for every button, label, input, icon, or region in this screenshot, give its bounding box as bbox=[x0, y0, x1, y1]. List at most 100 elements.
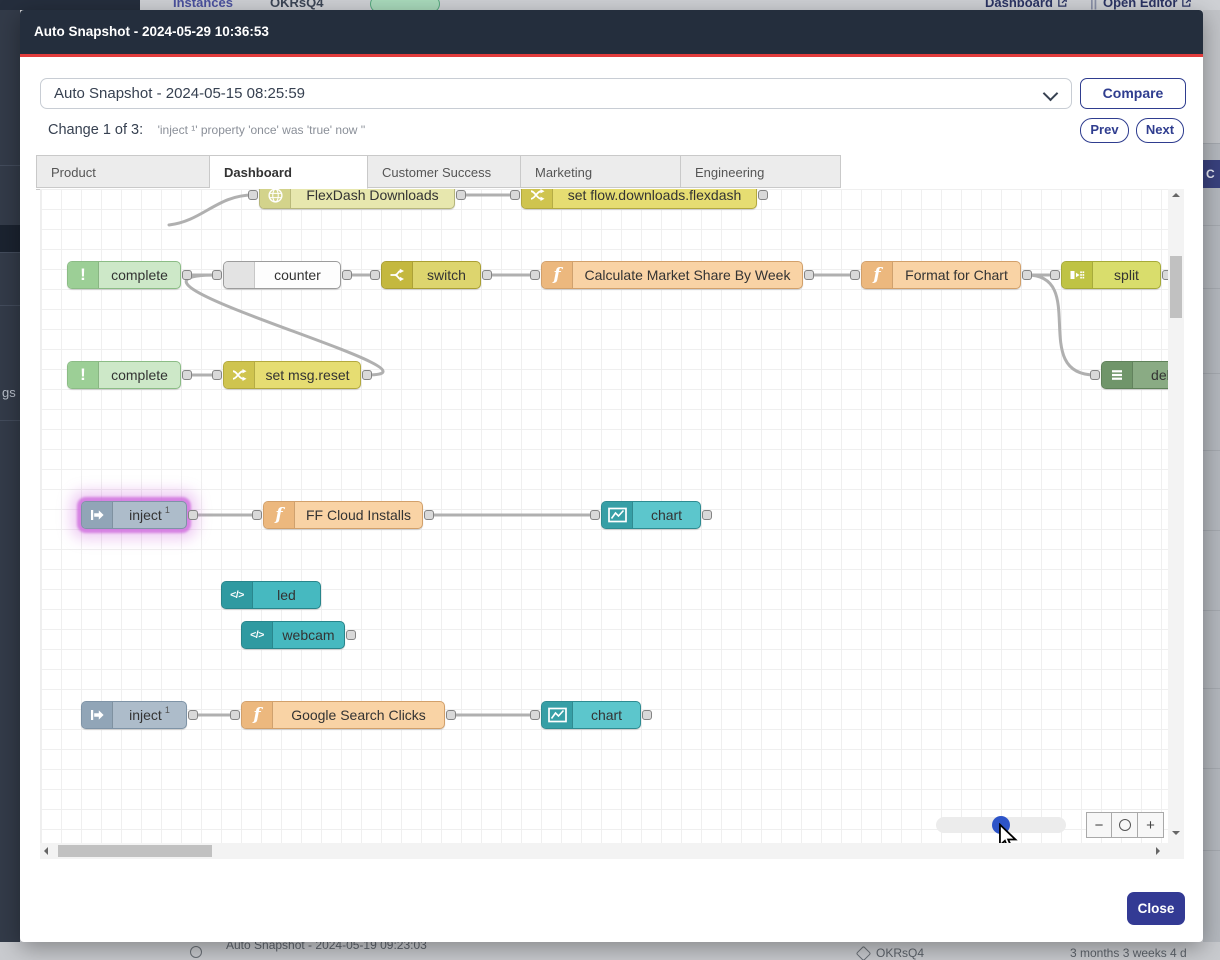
snapshot-select[interactable]: Auto Snapshot - 2024-05-15 08:25:59 bbox=[40, 78, 1072, 109]
flow-node-google-search-clicks[interactable]: fGoogle Search Clicks bbox=[241, 701, 445, 729]
wire[interactable] bbox=[186, 275, 383, 375]
in-port[interactable] bbox=[370, 270, 380, 280]
in-port[interactable] bbox=[212, 370, 222, 380]
scroll-down-arrow-icon[interactable] bbox=[1172, 831, 1180, 835]
out-port[interactable] bbox=[1022, 270, 1032, 280]
canvas-vertical-scrollbar[interactable] bbox=[1168, 189, 1184, 843]
next-button[interactable]: Next bbox=[1136, 118, 1184, 143]
out-port[interactable] bbox=[642, 710, 652, 720]
flow-node-label: inject1 bbox=[113, 702, 186, 728]
horizontal-scroll-thumb[interactable] bbox=[58, 845, 212, 857]
out-port[interactable] bbox=[456, 190, 466, 200]
flow-node-complete-1[interactable]: !complete bbox=[67, 261, 181, 289]
zoom-out-button[interactable]: − bbox=[1086, 812, 1112, 838]
zoom-reset-button[interactable] bbox=[1112, 812, 1138, 838]
flow-node-inject-1[interactable]: inject1 bbox=[81, 501, 187, 529]
tab-engineering[interactable]: Engineering bbox=[681, 155, 841, 188]
vertical-scroll-thumb[interactable] bbox=[1170, 256, 1182, 318]
flow-node-led[interactable]: </>led bbox=[221, 581, 321, 609]
wire[interactable] bbox=[169, 195, 253, 225]
out-port[interactable] bbox=[188, 510, 198, 520]
flow-node-format-for-chart[interactable]: fFormat for Chart bbox=[861, 261, 1021, 289]
out-port[interactable] bbox=[362, 370, 372, 380]
flow-node-label: set flow.downloads.flexdash bbox=[553, 189, 756, 208]
out-port[interactable] bbox=[342, 270, 352, 280]
sidebar-item-label-fragment[interactable]: gs bbox=[2, 385, 16, 400]
in-port[interactable] bbox=[530, 710, 540, 720]
flow-canvas[interactable]: − + FlexDash Downloads set flow.downloads… bbox=[40, 189, 1168, 843]
instance-icon bbox=[856, 946, 872, 960]
flow-node-set-msg-reset[interactable]: set msg.reset bbox=[223, 361, 361, 389]
flow-node-inject-2[interactable]: inject1 bbox=[81, 701, 187, 729]
tab-product[interactable]: Product bbox=[36, 155, 210, 188]
sidebar-active-item[interactable] bbox=[0, 225, 20, 252]
dialog-header: Auto Snapshot - 2024-05-29 10:36:53 bbox=[20, 10, 1203, 57]
scroll-up-arrow-icon[interactable] bbox=[1172, 193, 1180, 197]
flow-node-chart-1[interactable]: chart bbox=[601, 501, 701, 529]
flow-node-ff-cloud-installs[interactable]: fFF Cloud Installs bbox=[263, 501, 423, 529]
zoom-slider[interactable] bbox=[936, 817, 1066, 833]
external-link-icon bbox=[1057, 0, 1068, 10]
open-editor-link[interactable]: Open Editor bbox=[1103, 0, 1192, 10]
tab-dashboard[interactable]: Dashboard bbox=[210, 155, 368, 189]
background-snapshot-name: Auto Snapshot - 2024-05-19 09:23:03 bbox=[226, 942, 427, 952]
exclamation-icon: ! bbox=[68, 262, 99, 288]
out-port[interactable] bbox=[182, 270, 192, 280]
scroll-right-arrow-icon[interactable] bbox=[1156, 847, 1160, 855]
wire[interactable] bbox=[1027, 275, 1095, 375]
flow-node-switch[interactable]: switch bbox=[381, 261, 481, 289]
out-port[interactable] bbox=[346, 630, 356, 640]
template-icon: </> bbox=[242, 622, 273, 648]
flow-node-set-flow-downloads-flexdash[interactable]: set flow.downloads.flexdash bbox=[521, 189, 757, 209]
nav-instances-link[interactable]: Instances bbox=[173, 0, 233, 10]
flow-node-flexdash-downloads[interactable]: FlexDash Downloads bbox=[259, 189, 455, 209]
flow-node-webcam[interactable]: </>webcam bbox=[241, 621, 345, 649]
background-footer-row: Auto Snapshot - 2024-05-19 09:23:03 OKRs… bbox=[0, 942, 1220, 960]
flow-node-label: chart bbox=[573, 702, 640, 728]
close-button[interactable]: Close bbox=[1127, 892, 1185, 925]
flow-node-split[interactable]: split bbox=[1061, 261, 1161, 289]
in-port[interactable] bbox=[248, 190, 258, 200]
in-port[interactable] bbox=[1050, 270, 1060, 280]
tab-customer-success[interactable]: Customer Success bbox=[368, 155, 521, 188]
zoom-in-button[interactable]: + bbox=[1138, 812, 1164, 838]
compare-button[interactable]: Compare bbox=[1080, 78, 1186, 109]
flow-node-label: webcam bbox=[273, 622, 344, 648]
out-port[interactable] bbox=[702, 510, 712, 520]
in-port[interactable] bbox=[850, 270, 860, 280]
out-port[interactable] bbox=[446, 710, 456, 720]
flow-node-label: debug bbox=[1133, 362, 1168, 388]
out-port[interactable] bbox=[182, 370, 192, 380]
in-port[interactable] bbox=[212, 270, 222, 280]
flow-node-calculate-market-share[interactable]: fCalculate Market Share By Week bbox=[541, 261, 803, 289]
prev-button[interactable]: Prev bbox=[1080, 118, 1129, 143]
blank-icon bbox=[224, 262, 255, 288]
flow-node-complete-2[interactable]: !complete bbox=[67, 361, 181, 389]
tab-marketing[interactable]: Marketing bbox=[521, 155, 681, 188]
out-port[interactable] bbox=[482, 270, 492, 280]
out-port[interactable] bbox=[188, 710, 198, 720]
function-icon: f bbox=[264, 502, 295, 528]
function-icon: f bbox=[862, 262, 893, 288]
zoom-slider-handle[interactable] bbox=[992, 816, 1010, 834]
scroll-left-arrow-icon[interactable] bbox=[44, 847, 48, 855]
flow-node-label: led bbox=[253, 582, 320, 608]
in-port[interactable] bbox=[590, 510, 600, 520]
in-port[interactable] bbox=[1090, 370, 1100, 380]
canvas-horizontal-scrollbar[interactable] bbox=[40, 843, 1168, 859]
in-port[interactable] bbox=[530, 270, 540, 280]
flow-node-debug[interactable]: debug bbox=[1101, 361, 1168, 389]
in-port[interactable] bbox=[510, 190, 520, 200]
background-instance-name: OKRsQ4 bbox=[876, 946, 924, 960]
out-port[interactable] bbox=[1162, 270, 1168, 280]
dashboard-link[interactable]: Dashboard bbox=[985, 0, 1068, 10]
exclamation-icon: ! bbox=[68, 362, 99, 388]
background-button-fragment: C bbox=[1203, 160, 1220, 188]
flow-node-chart-2[interactable]: chart bbox=[541, 701, 641, 729]
out-port[interactable] bbox=[804, 270, 814, 280]
in-port[interactable] bbox=[252, 510, 262, 520]
flow-node-counter[interactable]: counter bbox=[223, 261, 341, 289]
out-port[interactable] bbox=[424, 510, 434, 520]
out-port[interactable] bbox=[758, 190, 768, 200]
in-port[interactable] bbox=[230, 710, 240, 720]
